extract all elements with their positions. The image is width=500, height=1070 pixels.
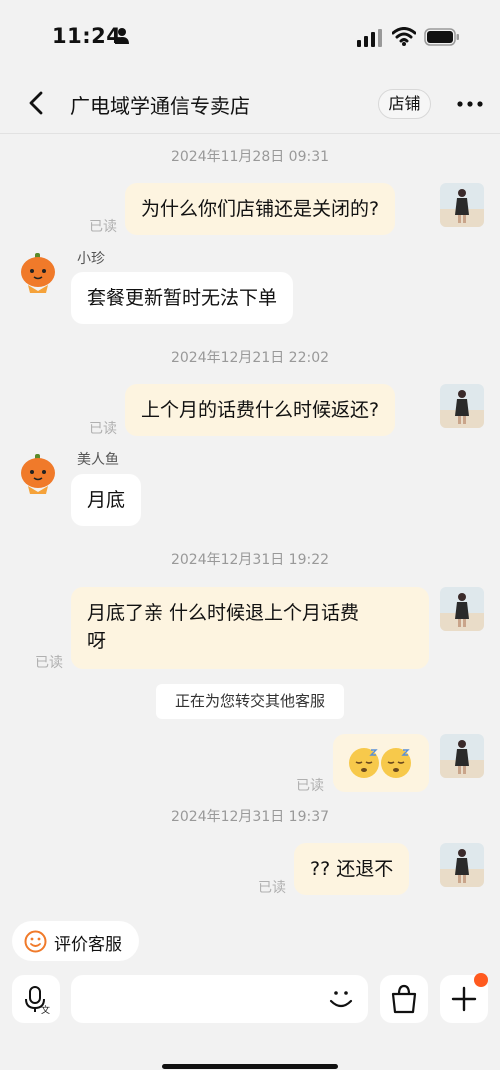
- store-button[interactable]: 店铺: [378, 89, 431, 119]
- read-status: 已读: [89, 421, 117, 437]
- message-bubble-outgoing[interactable]: 为什么你们店铺还是关闭的?: [125, 183, 396, 235]
- user-avatar[interactable]: [440, 734, 484, 778]
- shop-title: 广电域学通信专卖店: [70, 94, 250, 118]
- message-bubble-outgoing[interactable]: [333, 734, 429, 792]
- read-status: 已读: [296, 778, 324, 794]
- read-status: 已读: [35, 655, 63, 671]
- read-status: 已读: [89, 219, 117, 235]
- voice-button[interactable]: 文: [12, 975, 60, 1023]
- user-avatar[interactable]: [440, 843, 484, 887]
- person-icon: [115, 28, 129, 44]
- message-line: 呀: [87, 630, 107, 652]
- back-icon[interactable]: [26, 90, 48, 116]
- more-icon[interactable]: [456, 100, 484, 108]
- battery-icon: [424, 28, 459, 46]
- message-line: 月底了亲 什么时候退上个月话费: [87, 602, 360, 624]
- message-bubble-incoming[interactable]: 套餐更新暂时无法下单: [71, 272, 294, 324]
- chat-header: 广电域学通信专卖店 店铺: [0, 72, 500, 134]
- input-bar: 文: [0, 966, 500, 1070]
- status-time: 11:24: [52, 24, 122, 48]
- transfer-notice: 正在为您转交其他客服: [156, 684, 344, 719]
- rate-service-button[interactable]: 评价客服: [12, 921, 139, 961]
- message-input[interactable]: [71, 975, 368, 1023]
- wifi-icon: [392, 27, 416, 46]
- agent-name: 美人鱼: [77, 452, 119, 468]
- message-bubble-outgoing[interactable]: 月底了亲 什么时候退上个月话费 呀: [71, 587, 429, 669]
- user-avatar[interactable]: [440, 587, 484, 631]
- signal-icon: [357, 29, 382, 47]
- timestamp: 2024年12月21日 22:02: [170, 350, 330, 366]
- rate-service-label: 评价客服: [54, 935, 122, 955]
- svg-text:文: 文: [41, 1004, 50, 1016]
- timestamp: 2024年12月31日 19:22: [170, 552, 330, 568]
- smiley-icon: [24, 930, 47, 953]
- microphone-icon: 文: [25, 986, 50, 1016]
- shopping-bag-button[interactable]: [380, 975, 428, 1023]
- user-avatar[interactable]: [440, 183, 484, 227]
- home-indicator: [162, 1064, 338, 1069]
- notification-dot: [474, 973, 488, 987]
- shopping-bag-icon: [391, 984, 417, 1014]
- message-bubble-incoming[interactable]: 月底: [71, 474, 142, 526]
- status-bar: 11:24: [0, 0, 500, 72]
- timestamp: 2024年11月28日 09:31: [170, 149, 330, 165]
- sleepy-face-emoji-icon: [349, 748, 411, 778]
- timestamp: 2024年12月31日 19:37: [170, 809, 330, 825]
- user-avatar[interactable]: [440, 384, 484, 428]
- message-bubble-outgoing[interactable]: ?? 还退不: [294, 843, 410, 895]
- agent-avatar[interactable]: [16, 251, 60, 295]
- agent-avatar[interactable]: [16, 452, 60, 496]
- emoji-icon[interactable]: [326, 984, 356, 1014]
- message-bubble-outgoing[interactable]: 上个月的话费什么时候返还?: [125, 384, 396, 436]
- agent-name: 小珍: [77, 251, 105, 267]
- read-status: 已读: [258, 880, 286, 896]
